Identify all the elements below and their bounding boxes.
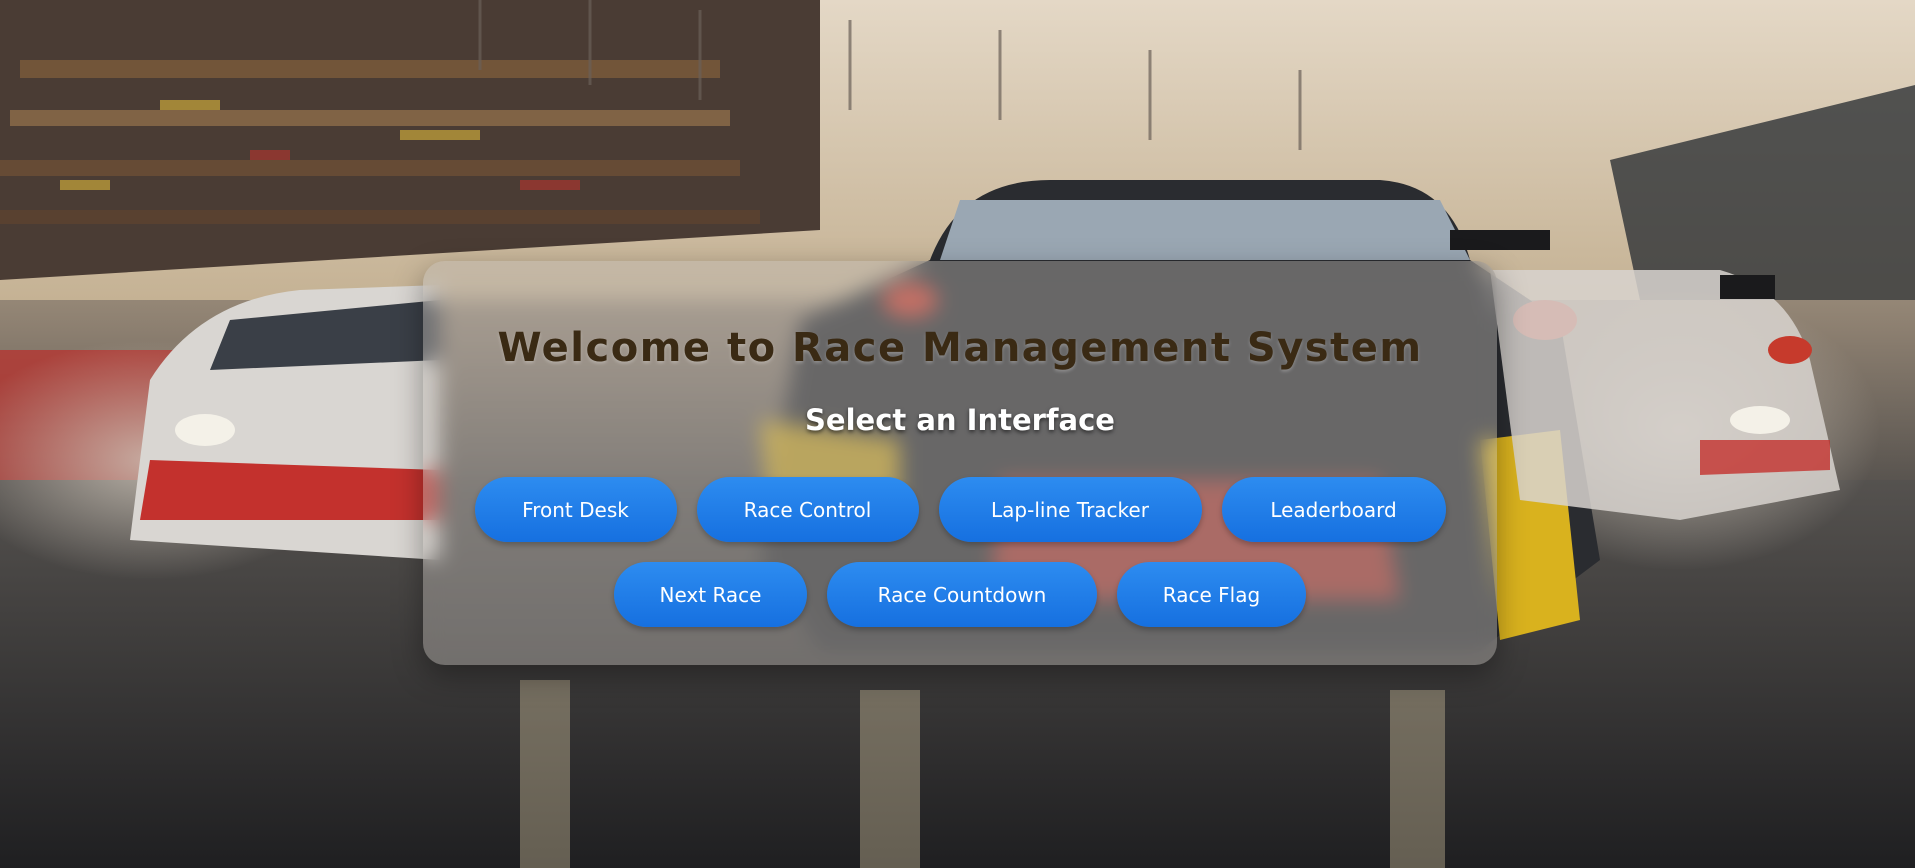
race-control-button[interactable]: Race Control [696, 477, 919, 542]
race-countdown-button[interactable]: Race Countdown [827, 562, 1097, 627]
button-row-secondary: Next Race Race Countdown Race Flag [423, 562, 1497, 627]
page-title: Welcome to Race Management System [497, 325, 1423, 371]
next-race-button[interactable]: Next Race [614, 562, 807, 627]
lap-line-tracker-button[interactable]: Lap-line Tracker [938, 477, 1202, 542]
leaderboard-button[interactable]: Leaderboard [1221, 477, 1446, 542]
page: Welcome to Race Management System Select… [0, 0, 1915, 868]
race-flag-button[interactable]: Race Flag [1117, 562, 1306, 627]
interface-selection-panel: Welcome to Race Management System Select… [423, 261, 1497, 665]
page-subtitle: Select an Interface [805, 403, 1115, 437]
front-desk-button[interactable]: Front Desk [474, 477, 677, 542]
button-row-primary: Front Desk Race Control Lap-line Tracker… [423, 477, 1497, 542]
